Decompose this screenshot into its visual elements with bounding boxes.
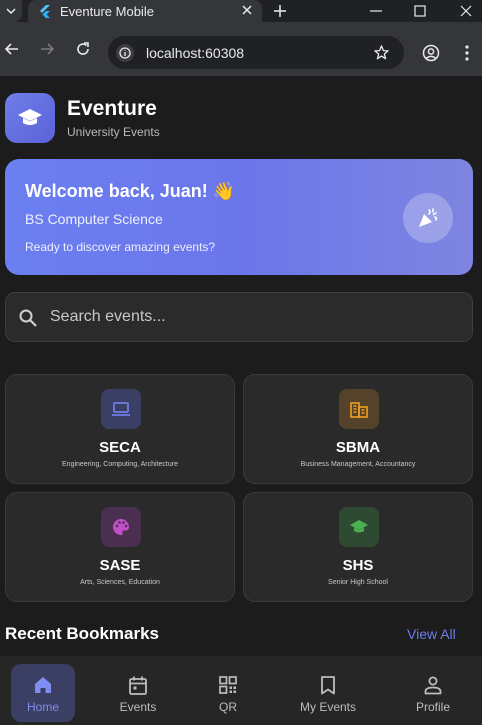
college-icon-shs — [339, 507, 379, 547]
college-code: SECA — [99, 439, 141, 456]
forward-arrow-icon[interactable] — [39, 41, 55, 57]
browser-tab-bar: Eventure Mobile — [0, 0, 482, 22]
site-info-icon[interactable] — [116, 44, 134, 62]
search-input[interactable] — [50, 301, 460, 333]
url-text[interactable]: localhost:60308 — [146, 45, 244, 61]
bookmark-icon — [321, 676, 335, 695]
app-title: Eventure — [67, 97, 157, 120]
college-card-shs[interactable]: SHS Senior High School — [243, 492, 473, 602]
welcome-card: Welcome back, Juan! 👋 BS Computer Scienc… — [5, 159, 473, 275]
nav-label: Events — [119, 700, 157, 714]
new-tab-icon[interactable] — [272, 3, 288, 19]
back-arrow-icon[interactable] — [4, 41, 20, 57]
nav-home[interactable]: Home — [11, 656, 75, 725]
school-icon — [350, 520, 368, 533]
nav-label: QR — [219, 700, 237, 714]
calendar-icon — [129, 676, 147, 695]
college-icon-seca — [101, 389, 141, 429]
qr-code-icon — [219, 676, 237, 694]
home-icon — [35, 677, 51, 693]
profile-icon[interactable] — [422, 44, 440, 62]
search-bar[interactable] — [5, 292, 473, 342]
college-description: Arts, Sciences, Education — [80, 579, 160, 586]
nav-events[interactable]: Events — [106, 656, 170, 725]
business-icon — [350, 402, 368, 418]
maximize-icon[interactable] — [412, 3, 428, 19]
welcome-title: Welcome back, Juan! 👋 — [25, 181, 236, 201]
app-logo — [5, 93, 55, 143]
window-close-icon[interactable] — [458, 3, 474, 19]
recent-bookmarks-heading: Recent Bookmarks — [5, 624, 160, 643]
tab-title: Eventure Mobile — [60, 4, 154, 19]
bottom-navigation: Home Events QR My Events Profile — [0, 656, 482, 725]
college-code: SBMA — [335, 439, 381, 456]
nav-label: Profile — [415, 700, 450, 714]
more-vert-icon[interactable] — [460, 44, 474, 62]
college-icon-sase — [101, 507, 141, 547]
view-all-link[interactable]: View All — [407, 626, 456, 642]
celebration-icon — [419, 208, 438, 227]
college-description: Engineering, Computing, Architecture — [62, 461, 178, 468]
graduation-cap-icon — [18, 109, 42, 125]
app-screen: Eventure University Events Welcome back,… — [0, 76, 482, 725]
nav-qr[interactable]: QR — [196, 656, 260, 725]
celebration-badge — [403, 193, 453, 243]
nav-my-events[interactable]: My Events — [290, 656, 366, 725]
reload-icon[interactable] — [75, 41, 91, 57]
minimize-icon[interactable] — [368, 3, 384, 19]
college-code: SASE — [99, 557, 141, 574]
college-card-seca[interactable]: SECA Engineering, Computing, Architectur… — [5, 374, 235, 484]
palette-icon — [113, 519, 129, 535]
college-card-sase[interactable]: SASE Arts, Sciences, Education — [5, 492, 235, 602]
college-card-sbma[interactable]: SBMA Business Management, Accountancy — [243, 374, 473, 484]
welcome-message: Ready to discover amazing events? — [25, 240, 216, 254]
nav-profile[interactable]: Profile — [401, 656, 465, 725]
browser-tab[interactable]: Eventure Mobile — [28, 0, 262, 22]
welcome-course: BS Computer Science — [25, 211, 163, 227]
laptop-icon — [112, 402, 130, 416]
nav-label: My Events — [299, 700, 356, 714]
bookmark-star-icon[interactable] — [373, 44, 390, 61]
person-icon — [424, 676, 442, 695]
college-description: Senior High School — [328, 579, 388, 586]
chevron-down-icon — [6, 8, 16, 15]
close-icon[interactable] — [240, 3, 254, 17]
nav-label: Home — [26, 700, 59, 714]
browser-toolbar: localhost:60308 — [0, 22, 482, 76]
address-bar[interactable]: localhost:60308 — [108, 36, 404, 69]
college-description: Business Management, Accountancy — [300, 461, 416, 468]
app-subtitle: University Events — [67, 125, 160, 139]
college-icon-sbma — [339, 389, 379, 429]
flutter-icon — [40, 5, 50, 18]
tab-search-button[interactable] — [0, 0, 22, 22]
search-icon — [19, 309, 37, 327]
college-code: SHS — [342, 557, 374, 574]
